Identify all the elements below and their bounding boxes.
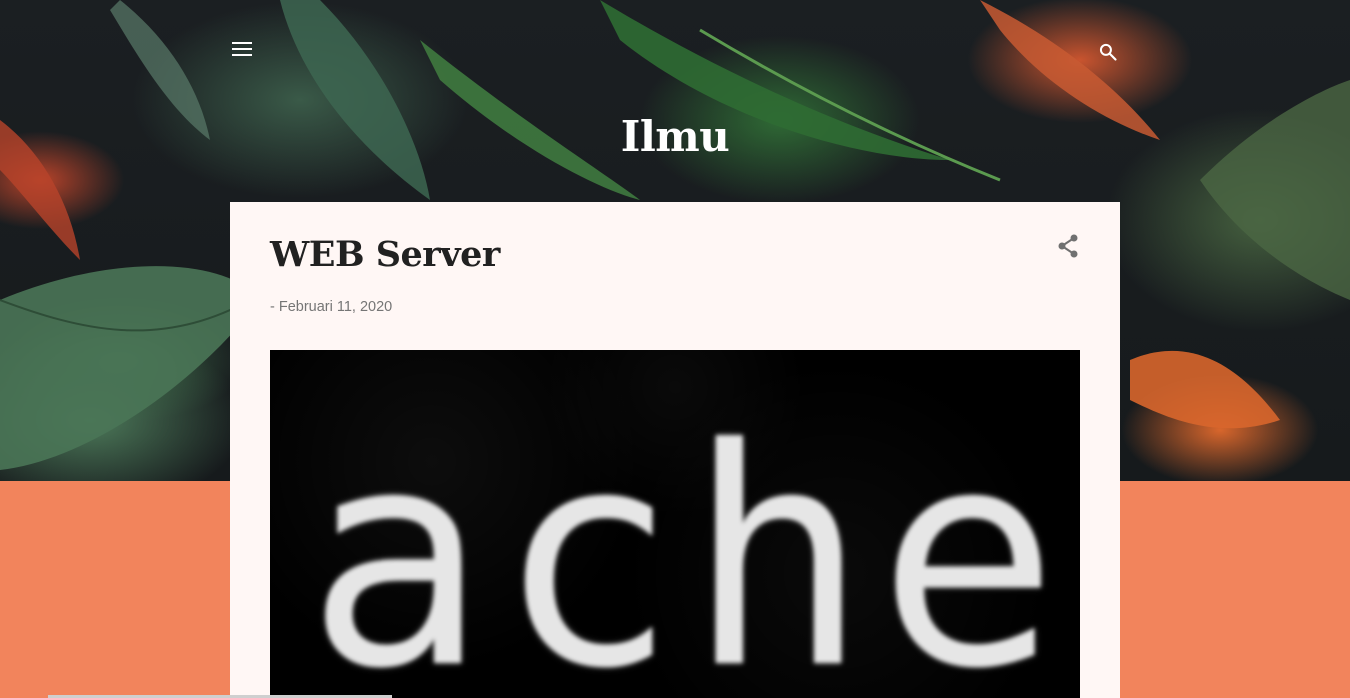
post-card: WEB Server - Februari 11, 2020 ache: bbox=[230, 202, 1120, 698]
blog-title-link[interactable]: Ilmu bbox=[0, 112, 1350, 161]
blog-page: Ilmu WEB Server - Februari 11, 2020 ache… bbox=[0, 0, 1350, 698]
share-button[interactable] bbox=[1052, 230, 1084, 262]
image-text: ache: bbox=[306, 385, 1080, 698]
search-icon bbox=[1099, 43, 1117, 61]
post-date[interactable]: - Februari 11, 2020 bbox=[270, 299, 392, 315]
post-title[interactable]: WEB Server bbox=[270, 234, 500, 275]
share-icon bbox=[1058, 234, 1078, 258]
menu-icon bbox=[232, 42, 252, 56]
search-button[interactable] bbox=[1092, 36, 1124, 68]
post-image[interactable]: ache: bbox=[270, 350, 1080, 698]
menu-button[interactable] bbox=[226, 33, 258, 65]
